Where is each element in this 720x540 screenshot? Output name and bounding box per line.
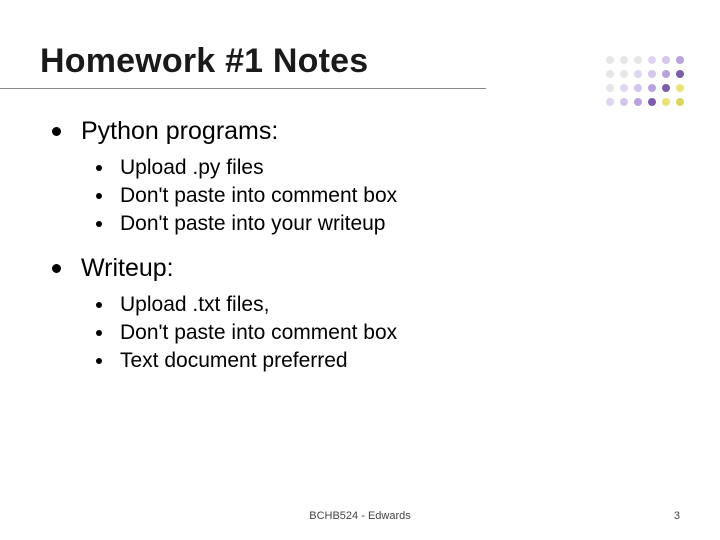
footer-center: BCHB524 - Edwards — [309, 510, 411, 522]
list-item: Don't paste into your writeup — [96, 212, 666, 236]
item-text: Upload .py files — [120, 156, 264, 180]
dot-icon — [620, 56, 628, 64]
sub-list: Upload .txt files, Don't paste into comm… — [52, 293, 666, 373]
bullet-icon — [96, 165, 102, 171]
dot-icon — [606, 56, 614, 64]
bullet-icon — [96, 330, 102, 336]
bullet-icon — [52, 264, 61, 273]
slide: Homework #1 Notes Python programs: Uploa… — [0, 0, 720, 540]
list-item: Upload .txt files, — [96, 293, 666, 317]
dot-icon — [662, 70, 670, 78]
footer: BCHB524 - Edwards 3 — [0, 510, 720, 522]
page-number: 3 — [674, 510, 680, 522]
dot-icon — [648, 84, 656, 92]
dot-icon — [634, 70, 642, 78]
slide-title: Homework #1 Notes — [40, 42, 666, 81]
item-text: Upload .txt files, — [120, 293, 269, 317]
dot-icon — [634, 98, 642, 106]
dot-icon — [648, 98, 656, 106]
dot-icon — [620, 70, 628, 78]
dot-icon — [676, 56, 684, 64]
dot-icon — [620, 84, 628, 92]
title-wrap: Homework #1 Notes — [40, 42, 666, 81]
bullet-icon — [52, 127, 61, 136]
decoration-dots — [606, 56, 686, 108]
content: Python programs: Upload .py files Don't … — [40, 117, 666, 373]
dot-icon — [606, 84, 614, 92]
dot-icon — [620, 98, 628, 106]
section-heading: Writeup: — [81, 254, 174, 283]
bullet-list: Python programs: Upload .py files Don't … — [40, 117, 666, 373]
title-underline — [0, 88, 486, 89]
dot-icon — [606, 98, 614, 106]
dot-icon — [676, 98, 684, 106]
dot-icon — [634, 84, 642, 92]
list-item: Text document preferred — [96, 349, 666, 373]
bullet-icon — [96, 193, 102, 199]
dot-icon — [606, 70, 614, 78]
item-text: Don't paste into your writeup — [120, 212, 385, 236]
list-item: Python programs: Upload .py files Don't … — [52, 117, 666, 236]
dot-icon — [676, 84, 684, 92]
item-text: Don't paste into comment box — [120, 321, 397, 345]
dot-icon — [648, 70, 656, 78]
list-item: Don't paste into comment box — [96, 321, 666, 345]
list-item: Writeup: Upload .txt files, Don't paste … — [52, 254, 666, 373]
dot-icon — [662, 56, 670, 64]
section-heading: Python programs: — [81, 117, 278, 146]
list-item: Upload .py files — [96, 156, 666, 180]
dot-icon — [676, 70, 684, 78]
item-text: Don't paste into comment box — [120, 184, 397, 208]
dot-icon — [634, 56, 642, 64]
item-text: Text document preferred — [120, 349, 348, 373]
bullet-icon — [96, 302, 102, 308]
list-item: Don't paste into comment box — [96, 184, 666, 208]
dot-icon — [648, 56, 656, 64]
bullet-icon — [96, 358, 102, 364]
bullet-icon — [96, 221, 102, 227]
sub-list: Upload .py files Don't paste into commen… — [52, 156, 666, 236]
dot-icon — [662, 84, 670, 92]
dot-icon — [662, 98, 670, 106]
